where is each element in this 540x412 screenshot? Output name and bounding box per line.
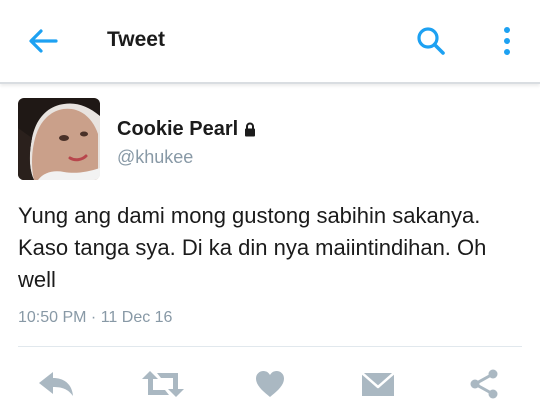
divider: [18, 346, 522, 347]
top-app-bar: Tweet: [0, 0, 540, 84]
author-handle[interactable]: @khukee: [117, 147, 193, 168]
search-icon: [417, 27, 445, 55]
retweet-icon: [142, 371, 184, 397]
more-options-button[interactable]: [496, 24, 518, 58]
share-button[interactable]: [466, 364, 502, 404]
avatar[interactable]: [18, 98, 100, 180]
share-icon: [470, 369, 498, 399]
back-button[interactable]: [26, 26, 60, 56]
arrow-left-icon: [29, 29, 58, 53]
avatar-photo: [18, 98, 100, 180]
tweet-timestamp: 10:50 PM · 11 Dec 16: [18, 309, 173, 326]
search-button[interactable]: [414, 24, 448, 58]
reply-button[interactable]: [36, 364, 76, 404]
direct-message-button[interactable]: [359, 364, 397, 404]
like-button[interactable]: [252, 364, 288, 404]
page-title: Tweet: [107, 28, 165, 51]
tweet-text: Yung ang dami mong gustong sabihin sakan…: [18, 203, 487, 292]
lock-icon: [245, 122, 256, 137]
reply-icon: [39, 372, 73, 396]
retweet-button[interactable]: [140, 364, 186, 404]
more-vertical-icon: [504, 27, 510, 55]
envelope-icon: [361, 372, 395, 396]
heart-icon: [256, 371, 284, 397]
author-name-row[interactable]: Cookie Pearl: [117, 118, 256, 141]
author-display-name[interactable]: Cookie Pearl: [117, 118, 238, 141]
